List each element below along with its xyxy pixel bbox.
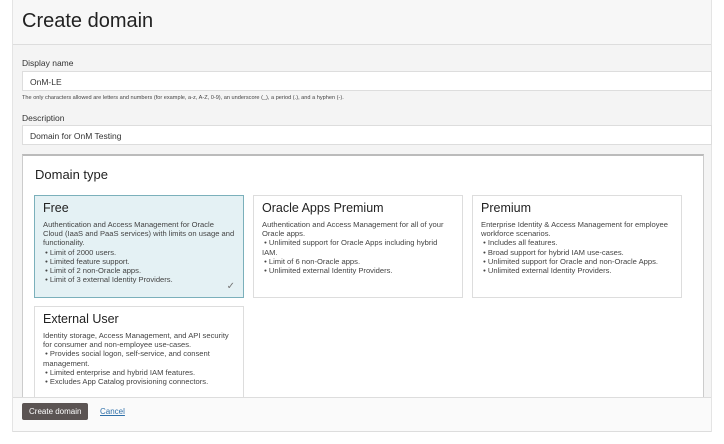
- card-feature-text: Unlimited support for Oracle Apps includ…: [262, 238, 438, 257]
- card-feature-text: Limited enterprise and hybrid IAM featur…: [49, 367, 196, 377]
- domain-type-title: Domain type: [35, 167, 108, 182]
- card-feature: • Limit of 3 external Identity Providers…: [43, 275, 173, 285]
- card-title: External User: [43, 312, 119, 326]
- create-domain-button[interactable]: Create domain: [22, 403, 89, 420]
- create-domain-panel: Create domain Display name OnM-LE The on…: [12, 0, 712, 432]
- card-feature: • Limit of 6 non-Oracle apps.: [262, 256, 361, 266]
- card-feature-text: Includes all features.: [487, 238, 558, 248]
- card-title: Free: [43, 201, 69, 215]
- card-feature-text: Broad support for hybrid IAM use-cases.: [487, 247, 624, 257]
- card-feature-text: Limit of 6 non-Oracle apps.: [268, 256, 361, 266]
- card-feature-text: Limit of 2000 users.: [49, 247, 117, 257]
- check-icon: ✓: [226, 280, 235, 292]
- page-title: Create domain: [22, 10, 154, 32]
- card-feature: • Unlimited support for Oracle Apps incl…: [262, 238, 438, 257]
- card-title: Premium: [481, 201, 532, 215]
- display-name-label: Display name: [22, 58, 74, 68]
- display-name-input[interactable]: OnM-LE: [22, 71, 712, 91]
- card-feature-text: Unlimited support for Oracle and non-Ora…: [487, 256, 658, 266]
- card-feature-text: Limited feature support.: [49, 256, 130, 266]
- card-feature: • Excludes App Catalog provisioning conn…: [43, 377, 209, 387]
- description-label: Description: [22, 113, 65, 123]
- card-feature: • Includes all features.: [481, 238, 558, 248]
- card-feature-text: Unlimited external Identity Providers.: [268, 266, 393, 276]
- card-feature: • Unlimited external Identity Providers.: [262, 266, 393, 276]
- domain-type-card-external-user[interactable]: External User Identity storage, Access Ma…: [34, 306, 244, 397]
- card-feature-text: Unlimited external Identity Providers.: [487, 266, 612, 276]
- card-feature-text: Limit of 2 non-Oracle apps.: [49, 266, 142, 276]
- page-header: Create domain: [13, 0, 711, 45]
- card-feature-text: Limit of 3 external Identity Providers.: [49, 275, 173, 285]
- card-feature-text: Excludes App Catalog provisioning connec…: [49, 377, 209, 387]
- card-feature: • Limit of 2000 users.: [43, 247, 117, 257]
- card-feature: • Limited enterprise and hybrid IAM feat…: [43, 367, 196, 377]
- domain-type-section: Domain type Free Authentication and Acces…: [22, 154, 704, 398]
- card-description: Identity storage, Access Management, and…: [43, 331, 229, 350]
- footer: Create domain Cancel: [13, 397, 711, 432]
- domain-type-card-free[interactable]: Free Authentication and Access Management…: [34, 195, 244, 298]
- card-description: Enterprise Identity & Access Management …: [481, 220, 668, 239]
- description-input[interactable]: Domain for OnM Testing: [22, 125, 712, 145]
- card-feature: • Limit of 2 non-Oracle apps.: [43, 266, 142, 276]
- card-description: Authentication and Access Management for…: [262, 220, 444, 239]
- cancel-link[interactable]: Cancel: [100, 407, 125, 416]
- card-feature: • Unlimited external Identity Providers.: [481, 266, 612, 276]
- card-feature-text: Provides social logon, self-service, and…: [43, 349, 210, 368]
- card-feature: • Limited feature support.: [43, 256, 130, 266]
- card-description: Authentication and Access Management for…: [43, 220, 235, 248]
- card-feature: • Unlimited support for Oracle and non-O…: [481, 256, 658, 266]
- domain-type-card-premium[interactable]: Premium Enterprise Identity & Access Mana…: [472, 195, 682, 298]
- card-title: Oracle Apps Premium: [262, 201, 384, 215]
- card-feature: • Provides social logon, self-service, a…: [43, 349, 210, 368]
- domain-type-card-oracle-apps-premium[interactable]: Oracle Apps Premium Authentication and Ac…: [253, 195, 463, 298]
- display-name-help: The only characters allowed are letters …: [22, 95, 344, 101]
- card-feature: • Broad support for hybrid IAM use-cases…: [481, 247, 624, 257]
